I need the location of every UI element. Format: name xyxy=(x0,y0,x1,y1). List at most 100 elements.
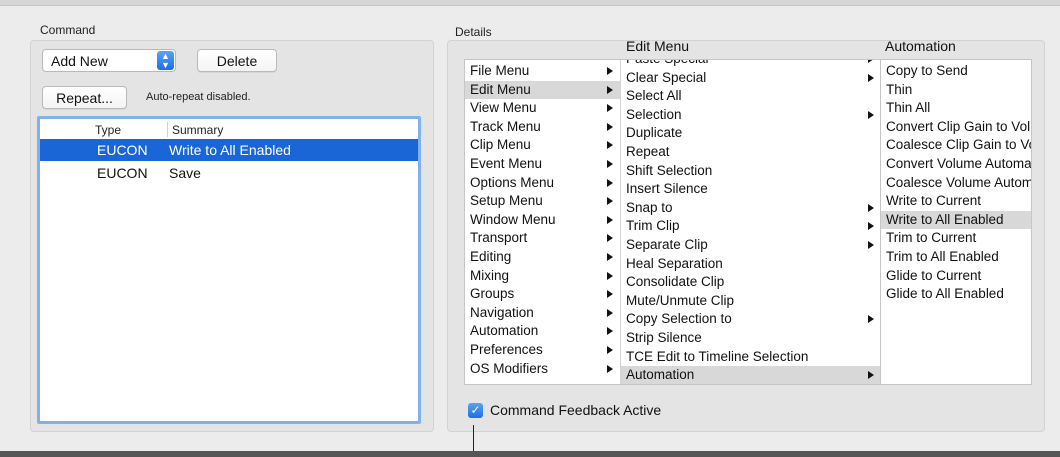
list-item[interactable]: Coalesce Clip Gain to Volume xyxy=(881,136,1031,155)
list-item[interactable]: Window Menu xyxy=(465,211,620,230)
submenu-arrow-icon xyxy=(868,203,874,212)
list-item[interactable]: Mute/Unmute Clip xyxy=(621,292,880,311)
list-item[interactable]: File Menu xyxy=(465,62,620,81)
submenu-arrow-icon xyxy=(868,60,874,63)
list-item[interactable]: Write to All Enabled xyxy=(881,210,1031,230)
table-row[interactable]: EUCON Save xyxy=(40,162,418,184)
command-type-popup[interactable]: Add New ▲ ▼ xyxy=(42,49,176,72)
list-item[interactable]: Write to Current xyxy=(881,192,1031,211)
list-item-label: Thin xyxy=(886,81,913,97)
submenu-arrow-icon xyxy=(607,234,613,243)
list-item[interactable]: Repeat xyxy=(621,143,880,162)
column-header-summary[interactable]: Summary xyxy=(172,123,223,137)
list-item[interactable]: OS Modifiers xyxy=(465,360,620,379)
list-item-label: Trim Clip xyxy=(626,218,680,234)
list-item[interactable]: Setup Menu xyxy=(465,192,620,211)
list-item[interactable]: Glide to Current xyxy=(881,267,1031,286)
list-item-label: Coalesce Volume Automation xyxy=(886,174,1031,190)
list-item-label: Mixing xyxy=(470,267,510,283)
list-item[interactable]: Edit Menu xyxy=(465,80,620,100)
list-item[interactable]: Event Menu xyxy=(465,155,620,174)
submenu-arrow-icon xyxy=(607,364,613,373)
list-item[interactable]: Editing xyxy=(465,248,620,267)
submenu-arrow-icon xyxy=(868,315,874,324)
list-item-label: Preferences xyxy=(470,342,543,357)
repeat-button[interactable]: Repeat... xyxy=(42,86,127,109)
list-item[interactable]: Automation xyxy=(465,322,620,341)
list-item[interactable]: Transport xyxy=(465,229,620,248)
command-table[interactable]: Type Summary EUCON Write to All Enabled … xyxy=(37,116,421,424)
list-item-label: Select All xyxy=(626,88,682,104)
list-item[interactable]: Convert Clip Gain to Volume xyxy=(881,118,1031,137)
list-item[interactable]: Automation xyxy=(621,366,880,384)
list-item-label: Window Menu xyxy=(470,211,556,227)
submenu-arrow-icon xyxy=(607,215,613,224)
menu-column[interactable]: File Menu Edit Menu View Menu Track Menu Cli… xyxy=(465,60,620,384)
submenu-arrow-icon xyxy=(607,253,613,261)
table-row[interactable]: EUCON Write to All Enabled xyxy=(40,139,418,161)
submenu-arrow-icon xyxy=(607,67,613,75)
details-group-label: Details xyxy=(455,25,492,39)
edit-menu-column[interactable]: Paste Special Clear Special Select All Sele… xyxy=(620,60,880,384)
list-item-label: Repeat xyxy=(626,144,670,159)
list-item[interactable]: Clear Special xyxy=(621,69,880,88)
list-item-label: Automation xyxy=(626,367,695,383)
submenu-arrow-icon xyxy=(607,104,613,113)
list-item[interactable]: Groups xyxy=(465,285,620,304)
list-item-label: File Menu xyxy=(470,63,530,78)
list-item[interactable]: TCE Edit to Timeline Selection xyxy=(621,348,880,367)
list-item[interactable]: Selection xyxy=(621,106,880,125)
list-item-label: Insert Silence xyxy=(626,181,708,197)
list-item[interactable]: Coalesce Volume Automation xyxy=(881,174,1031,193)
list-item-label: OS Modifiers xyxy=(470,360,549,376)
delete-button[interactable]: Delete xyxy=(197,49,277,72)
auto-repeat-status: Auto-repeat disabled. xyxy=(146,91,251,103)
list-item[interactable]: Paste Special xyxy=(621,60,880,69)
list-item[interactable]: Consolidate Clip xyxy=(621,273,880,292)
row-type: EUCON xyxy=(97,142,148,158)
list-item-label: Clear Special xyxy=(626,69,707,85)
column-separator xyxy=(167,122,168,137)
list-item[interactable]: Mixing xyxy=(465,267,620,286)
bottom-band xyxy=(0,451,1060,457)
list-item[interactable]: Heal Separation xyxy=(621,255,880,274)
list-item-label: Convert Clip Gain to Volume xyxy=(886,118,1031,134)
list-item[interactable]: Select All xyxy=(621,87,880,106)
list-item-label: Write to Current xyxy=(886,193,982,209)
list-item[interactable]: Copy to Send xyxy=(881,62,1031,81)
popup-stepper-icon: ▲ ▼ xyxy=(157,51,174,70)
list-item[interactable]: Separate Clip xyxy=(621,236,880,255)
list-item[interactable]: Thin xyxy=(881,81,1031,100)
list-item[interactable]: Clip Menu xyxy=(465,136,620,155)
command-feedback-label[interactable]: Command Feedback Active xyxy=(490,402,661,418)
list-item[interactable]: Trim to Current xyxy=(881,229,1031,248)
submenu-arrow-icon xyxy=(868,371,874,380)
submenu-arrow-icon xyxy=(607,327,613,336)
list-item-label: TCE Edit to Timeline Selection xyxy=(626,348,809,364)
list-item[interactable]: Glide to All Enabled xyxy=(881,285,1031,304)
list-item[interactable]: Strip Silence xyxy=(621,329,880,348)
list-item[interactable]: Trim to All Enabled xyxy=(881,248,1031,267)
automation-column[interactable]: Copy to Send Thin Thin All Convert Clip Gai… xyxy=(880,60,1031,384)
list-item[interactable]: Options Menu xyxy=(465,174,620,193)
list-item[interactable]: Duplicate xyxy=(621,124,880,143)
list-item-label: Glide to Current xyxy=(886,267,982,283)
list-item-label: Heal Separation xyxy=(626,255,723,271)
list-item[interactable]: Preferences xyxy=(465,341,620,360)
list-item[interactable]: Shift Selection xyxy=(621,162,880,181)
column-header-type[interactable]: Type xyxy=(95,123,121,137)
list-item[interactable]: Copy Selection to xyxy=(621,310,880,329)
list-item[interactable]: Track Menu xyxy=(465,118,620,137)
list-item[interactable]: Navigation xyxy=(465,304,620,323)
list-item[interactable]: Snap to xyxy=(621,199,880,218)
list-item[interactable]: Thin All xyxy=(881,99,1031,118)
list-item[interactable]: Trim Clip xyxy=(621,217,880,236)
list-item[interactable]: View Menu xyxy=(465,99,620,118)
command-group-label: Command xyxy=(40,23,96,37)
list-item[interactable]: Convert Volume Automation xyxy=(881,155,1031,174)
automation-column-header: Automation xyxy=(885,38,956,54)
list-item-label: Consolidate Clip xyxy=(626,274,725,290)
command-feedback-checkbox[interactable]: ✓ xyxy=(468,403,483,418)
list-item[interactable]: Insert Silence xyxy=(621,180,880,199)
submenu-arrow-icon xyxy=(868,110,874,119)
